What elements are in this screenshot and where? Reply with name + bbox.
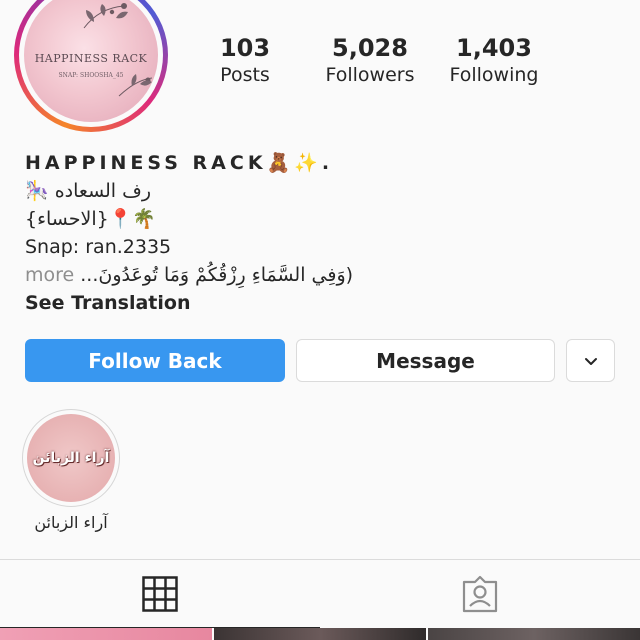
story-highlight[interactable]: آراء الزبائن [22, 409, 120, 507]
profile-name: HAPPINESS RACK🧸✨. [25, 152, 334, 174]
profile-avatar[interactable]: HAPPINESS RACK SNAP: SHOOSHA_45 [24, 0, 158, 122]
post-thumbnail[interactable] [428, 628, 640, 640]
avatar-logo-subtitle: SNAP: SHOOSHA_45 [58, 72, 124, 79]
suggested-dropdown-button[interactable] [566, 339, 615, 382]
post-thumbnail[interactable] [214, 628, 426, 640]
more-link[interactable]: more [25, 264, 74, 286]
stat-following[interactable]: 1,403 Following [444, 34, 544, 88]
stat-followers-count: 5,028 [332, 34, 408, 62]
post-thumbnail[interactable] [0, 628, 212, 640]
bio-line-4: more (وَفِي السَّمَاءِ رِزْقُكُمْ وَمَا … [25, 262, 353, 288]
stat-posts-count: 103 [219, 34, 271, 62]
stat-followers[interactable]: 5,028 Followers [318, 34, 422, 88]
bio-line-1: رف السعاده 🎠 [25, 178, 151, 204]
story-highlight-cover-text: آراء الزبائن [32, 450, 110, 466]
story-highlight-label: آراء الزبائن [34, 513, 108, 532]
follow-back-button[interactable]: Follow Back [25, 339, 285, 382]
tab-posts-grid[interactable] [0, 560, 320, 627]
chevron-down-icon [584, 357, 597, 365]
stat-following-count: 1,403 [456, 34, 532, 62]
bio-line-2-text: 🌴📍{الاحساء} [25, 208, 157, 230]
see-translation-link[interactable]: See Translation [25, 290, 190, 316]
stat-following-label: Following [449, 64, 539, 86]
story-highlight-cover: آراء الزبائن [27, 414, 115, 502]
bio-line-4-text: (وَفِي السَّمَاءِ رِزْقُكُمْ وَمَا تُوعَ… [80, 264, 354, 286]
bio-line-1-text: رف السعاده 🎠 [25, 180, 151, 202]
stat-posts-label: Posts [220, 64, 270, 86]
grid-icon [142, 575, 178, 612]
message-button[interactable]: Message [296, 339, 555, 382]
tagged-person-icon [462, 575, 498, 612]
tab-tagged[interactable] [320, 560, 640, 627]
bio-line-3: Snap: ran.2335 [25, 236, 172, 258]
bio-line-2: 🌴📍{الاحساء} [25, 206, 156, 232]
profile-avatar-ring[interactable]: HAPPINESS RACK SNAP: SHOOSHA_45 [14, 0, 168, 132]
stat-posts[interactable]: 103 Posts [205, 34, 285, 88]
profile-tab-bar [0, 559, 640, 628]
avatar-gap: HAPPINESS RACK SNAP: SHOOSHA_45 [19, 0, 163, 127]
stat-followers-label: Followers [325, 64, 415, 86]
avatar-logo-title: HAPPINESS RACK [34, 52, 148, 65]
